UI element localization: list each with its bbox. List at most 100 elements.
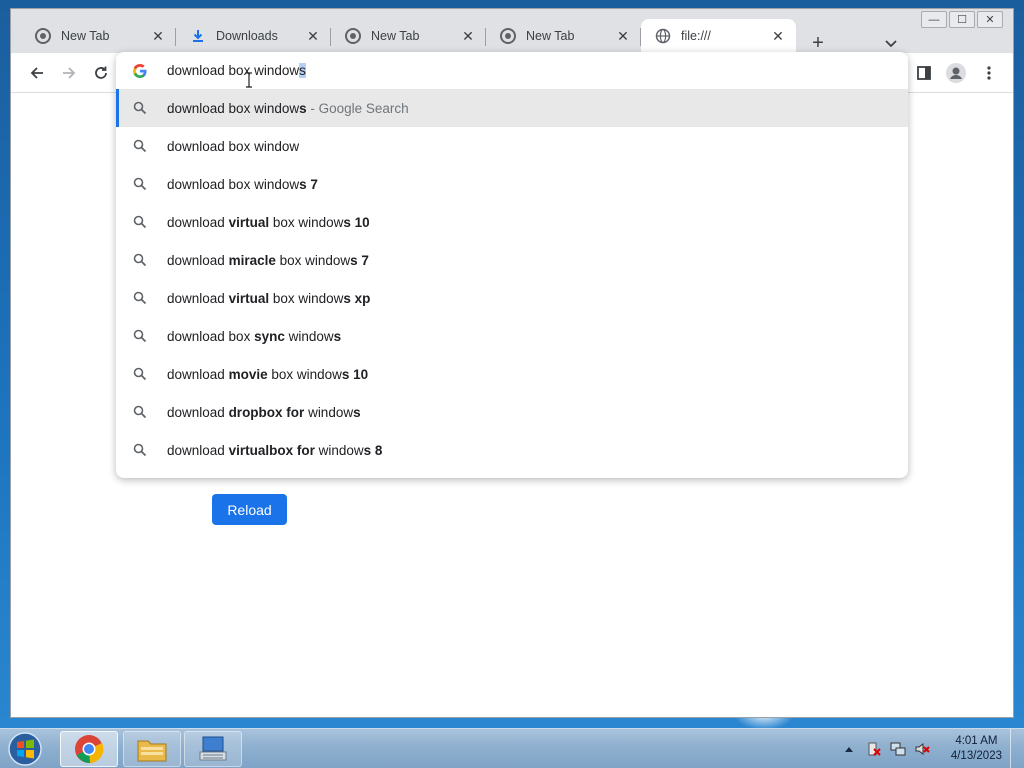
suggestion-row[interactable]: download box window (116, 127, 908, 165)
search-icon (133, 101, 147, 115)
system-tray: 4:01 AM 4/13/2023 (824, 729, 1024, 768)
suggestion-segment: download box (167, 328, 255, 344)
suggestion-segment: download (167, 290, 229, 306)
tab-new-tab-1[interactable]: New Tab ✕ (21, 19, 176, 53)
taskbar-app[interactable] (184, 731, 242, 767)
back-arrow-icon (30, 67, 43, 79)
suggestion-text: download virtualbox for windows 8 (167, 443, 382, 458)
address-bar[interactable]: download box windows (116, 52, 908, 89)
suggestion-text: download movie box windows 10 (167, 367, 368, 382)
suggestion-segment: s 7 (299, 176, 318, 192)
close-tab-icon[interactable]: ✕ (770, 28, 786, 44)
show-hidden-icons-icon[interactable] (844, 745, 854, 753)
google-icon (133, 64, 147, 78)
suggestion-segment: s 7 (350, 252, 369, 268)
taskbar-explorer[interactable] (123, 731, 181, 767)
suggestion-row[interactable]: download dropbox for windows (116, 393, 908, 431)
suggestion-segment: box window (269, 290, 344, 306)
suggestion-text: download box window (167, 139, 299, 154)
profile-avatar-icon (946, 63, 966, 83)
tab-file-active[interactable]: file:/// ✕ (641, 19, 796, 53)
clock-date: 4/13/2023 (950, 750, 1002, 762)
menu-button[interactable] (976, 60, 1002, 86)
suggestion-segment: s 10 (341, 366, 369, 382)
tab-label: Downloads (216, 29, 278, 43)
suggestion-row[interactable]: download movie box windows 10 (116, 355, 908, 393)
start-button[interactable] (6, 731, 44, 767)
suggestion-text: download box sync windows (167, 329, 341, 344)
more-vert-icon (987, 66, 991, 80)
search-icon (133, 253, 147, 267)
suggestion-segment: movie (228, 366, 268, 382)
suggestion-segment: s (353, 404, 361, 420)
tab-new-tab-2[interactable]: New Tab ✕ (331, 19, 486, 53)
suggestion-text: download miracle box windows 7 (167, 253, 369, 268)
close-tab-icon[interactable]: ✕ (305, 28, 321, 44)
suggestion-text: download virtual box windows xp (167, 291, 370, 306)
tab-strip: New Tab ✕ Downloads ✕ New Tab ✕ New Tab … (11, 19, 1013, 54)
search-icon (133, 215, 147, 229)
forward-button[interactable] (56, 60, 82, 86)
taskbar-chrome[interactable] (60, 731, 118, 767)
address-input[interactable]: download box windows (167, 63, 306, 78)
suggestion-row[interactable]: download virtual box windows xp (116, 279, 908, 317)
suggestion-row[interactable]: download box sync windows (116, 317, 908, 355)
suggestion-segment: sync (254, 328, 285, 344)
side-panel-button[interactable] (911, 60, 937, 86)
close-tab-icon[interactable]: ✕ (150, 28, 166, 44)
search-icon (133, 367, 147, 381)
suggestion-segment: virtualbox for (228, 442, 315, 458)
suggestion-row[interactable]: download box windows - Google Search (116, 89, 908, 127)
clock[interactable]: 4:01 AM 4/13/2023 (951, 734, 1002, 764)
tab-label: file:/// (681, 29, 711, 43)
volume-muted-icon[interactable] (914, 741, 930, 757)
tab-downloads[interactable]: Downloads ✕ (176, 19, 331, 53)
network-icon[interactable] (890, 741, 906, 757)
clock-time: 4:01 AM (955, 735, 998, 747)
suggestion-segment: box window (269, 214, 344, 230)
reload-button[interactable]: Reload (212, 494, 287, 525)
search-icon (133, 443, 147, 457)
search-icon (133, 291, 147, 305)
tab-label: New Tab (371, 29, 420, 43)
download-icon (190, 28, 206, 44)
suggestion-segment: virtual (228, 290, 270, 306)
suggestion-segment: download (167, 366, 229, 382)
suggestion-segment: download (167, 404, 229, 420)
forward-arrow-icon (63, 67, 76, 79)
suggestion-row[interactable]: download virtual box windows 10 (116, 203, 908, 241)
suggestion-row[interactable]: download box windows 7 (116, 165, 908, 203)
suggestion-segment: download (167, 442, 229, 458)
show-desktop-button[interactable] (1010, 729, 1024, 768)
suggestion-text: download box windows 7 (167, 177, 318, 192)
suggestion-row[interactable]: download miracle box windows 7 (116, 241, 908, 279)
chevron-down-icon (885, 40, 897, 48)
tab-label: New Tab (61, 29, 110, 43)
back-button[interactable] (24, 60, 50, 86)
suggestion-segment: box window (267, 366, 342, 382)
action-center-icon[interactable] (866, 741, 882, 757)
search-icon (133, 405, 147, 419)
close-tab-icon[interactable]: ✕ (460, 28, 476, 44)
tab-new-tab-3[interactable]: New Tab ✕ (486, 19, 641, 53)
chrome-icon (35, 28, 51, 44)
suggestion-row[interactable]: download virtualbox for windows 8 (116, 431, 908, 469)
windows-logo-icon (8, 732, 42, 766)
taskbar: 4:01 AM 4/13/2023 (0, 728, 1024, 768)
search-icon (133, 329, 147, 343)
chrome-icon (345, 28, 361, 44)
side-panel-icon (917, 66, 931, 80)
suggestion-segment: box window (275, 252, 351, 268)
search-icon (133, 139, 147, 153)
globe-icon (655, 28, 671, 44)
text-cursor-icon (246, 72, 252, 88)
suggestion-text: download virtual box windows 10 (167, 215, 370, 230)
reload-toolbar-button[interactable] (88, 60, 114, 86)
suggestion-segment: download box window (167, 138, 300, 154)
suggestion-segment: s (333, 328, 342, 344)
typed-text: download box window (167, 63, 300, 78)
profile-button[interactable] (943, 60, 969, 86)
suggestion-segment: s xp (343, 290, 371, 306)
close-tab-icon[interactable]: ✕ (615, 28, 631, 44)
suggestion-segment: window (314, 442, 364, 458)
